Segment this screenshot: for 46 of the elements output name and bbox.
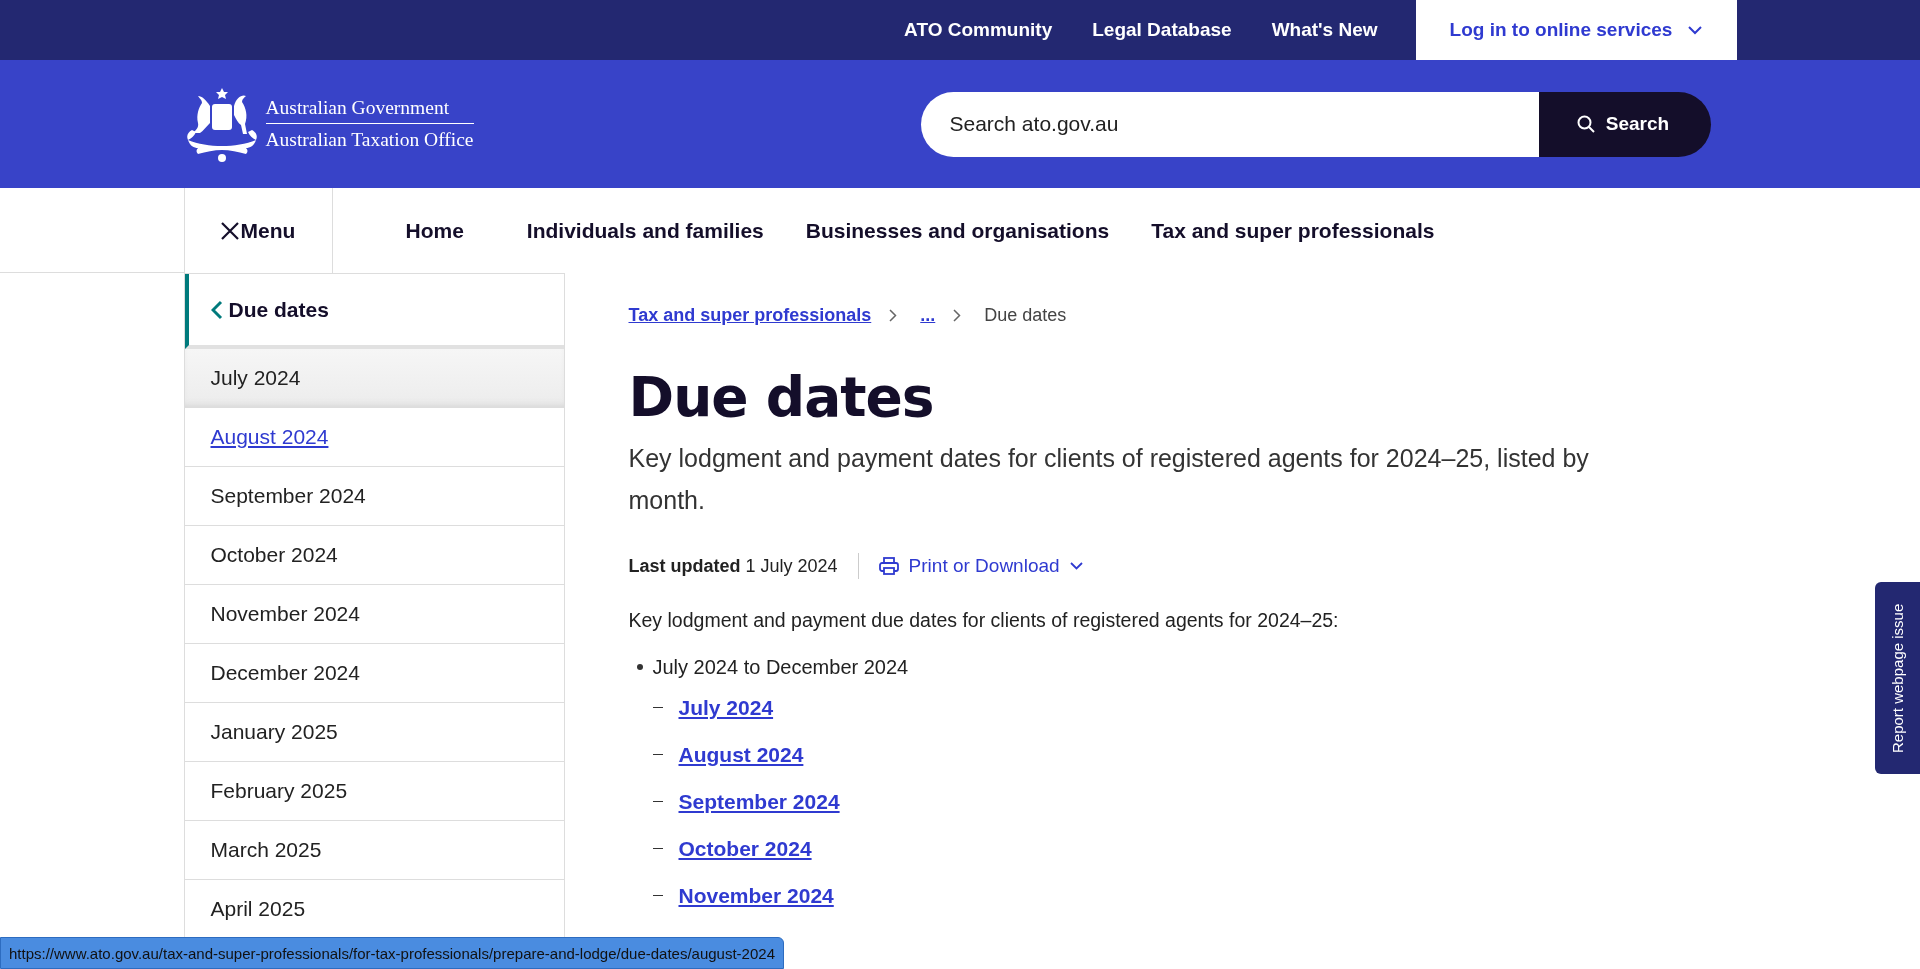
page-title: Due dates: [628, 365, 935, 429]
month-link[interactable]: July 2024: [678, 695, 774, 720]
menu-button[interactable]: Menu: [183, 188, 333, 273]
search-field[interactable]: Search ato.gov.au: [920, 91, 1539, 157]
logo-text: Australian Government: [265, 97, 474, 124]
sidebar-item[interactable]: January 2025: [184, 703, 564, 762]
list-item-text: July 2024 to December 2024: [652, 655, 909, 679]
month-link[interactable]: August 2024: [678, 742, 804, 767]
month-link[interactable]: October 2024: [678, 836, 812, 861]
top-link[interactable]: What's New: [1251, 0, 1398, 60]
back-chevron-icon: [210, 299, 223, 320]
last-updated-text: Last updated 1 July 2024: [628, 555, 838, 577]
sidebar-item[interactable]: July 2024: [184, 349, 564, 408]
printer-icon: [878, 557, 899, 575]
caret-icon: [1069, 562, 1083, 570]
sidebar-item[interactable]: October 2024: [184, 526, 564, 585]
breadcrumb-link[interactable]: ...: [920, 304, 936, 326]
sidebar-item[interactable]: December 2024: [184, 644, 564, 703]
breadcrumb-link[interactable]: Tax and super professionals: [628, 304, 872, 326]
nav-link[interactable]: Businesses and organisations: [784, 188, 1131, 273]
chevron-icon: [953, 308, 962, 322]
close-icon: [220, 221, 239, 240]
nav-link[interactable]: Individuals and families: [505, 188, 785, 273]
month-link[interactable]: November 2024: [678, 883, 834, 908]
search-icon: [1575, 114, 1596, 134]
top-link[interactable]: ATO Community: [884, 0, 1073, 60]
login-button[interactable]: Log in to online services: [1415, 0, 1737, 60]
page-subtitle: Key lodgment and payment dates for clients of registered agents for 2024–25, listed by month.: [628, 443, 1590, 516]
sidebar-item[interactable]: September 2024: [184, 467, 564, 526]
search-button[interactable]: Search: [1538, 91, 1711, 157]
sidebar-item[interactable]: February 2025: [184, 762, 564, 821]
caret-icon: [1688, 25, 1703, 35]
chevron-icon: [889, 308, 898, 322]
sidebar-item[interactable]: March 2025: [184, 821, 564, 880]
top-link[interactable]: Legal Database: [1072, 0, 1252, 60]
month-link[interactable]: September 2024: [678, 789, 840, 814]
print-download-button[interactable]: Print or Download: [878, 555, 1083, 577]
logo-text: Australian Taxation Office: [265, 129, 474, 151]
report-issue-tab[interactable]: Report webpage issue: [1875, 582, 1920, 774]
status-bar-url: https://www.ato.gov.au/tax-and-super-professionals/for-tax-professionals/prepare-and-lodge/due-dates/august-2024: [0, 937, 784, 969]
sidebar-item[interactable]: August 2024: [184, 408, 564, 467]
sidebar-item[interactable]: November 2024: [184, 585, 564, 644]
breadcrumb-current: Due dates: [984, 304, 1067, 326]
nav-link[interactable]: Tax and super professionals: [1130, 188, 1456, 273]
intro-text: Key lodgment and payment due dates for clients of registered agents for 2024–25:: [628, 609, 1340, 632]
nav-link[interactable]: Home: [332, 188, 506, 273]
